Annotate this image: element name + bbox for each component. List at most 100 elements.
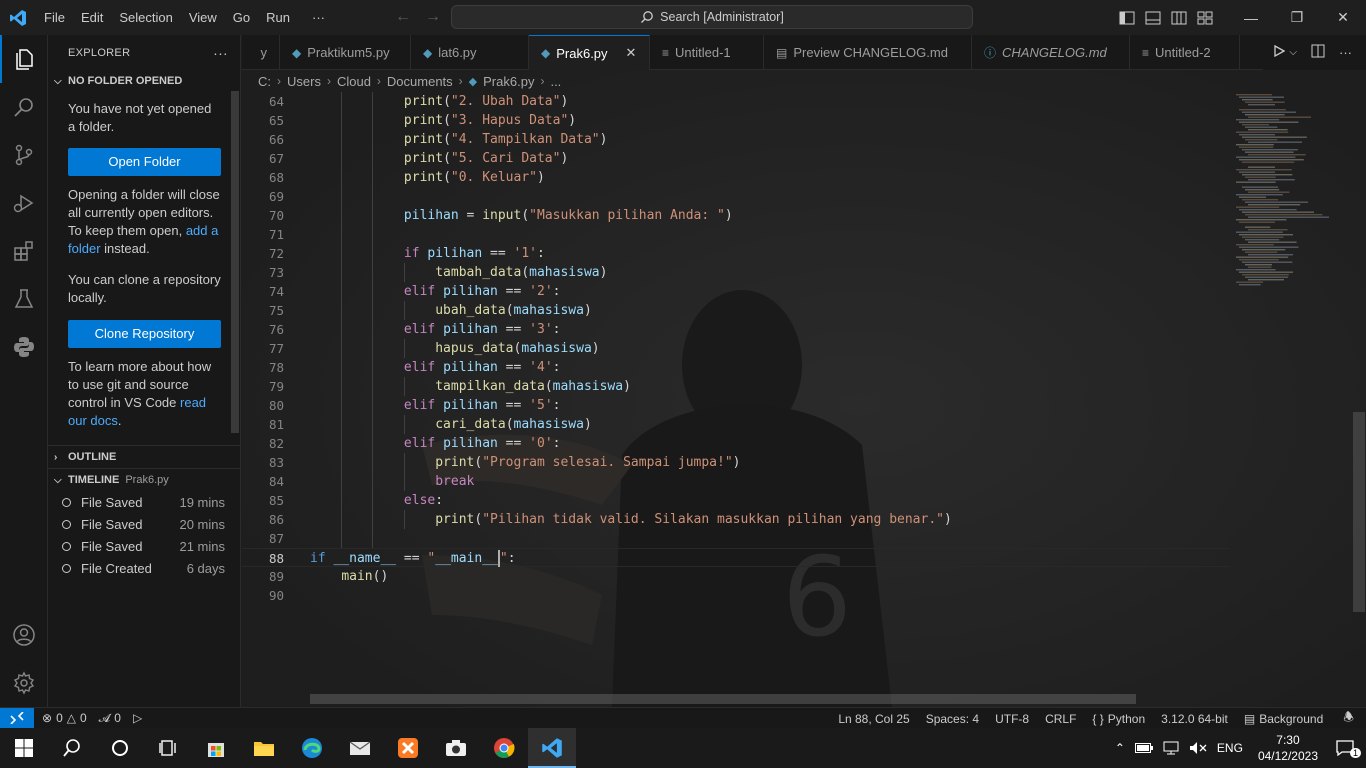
timeline-section-header[interactable]: ⌵ TIMELINE Prak6.py bbox=[48, 469, 241, 491]
task-view-icon[interactable] bbox=[144, 728, 192, 768]
tab-praktikum5[interactable]: ◆ Praktikum5.py bbox=[280, 35, 411, 70]
code-line[interactable]: 78 elif pilihan == '4': bbox=[242, 358, 1230, 377]
notifications-bell-icon[interactable]: 🕭 bbox=[1337, 708, 1366, 729]
chevron-down-icon[interactable]: ⌵ bbox=[1289, 47, 1297, 58]
breadcrumb-item[interactable]: Users bbox=[287, 74, 321, 89]
toggle-panel-icon[interactable] bbox=[1140, 0, 1166, 35]
tab-lat6[interactable]: ◆ lat6.py bbox=[411, 35, 529, 70]
testing-icon[interactable] bbox=[0, 275, 48, 323]
breadcrumb-item[interactable]: ... bbox=[550, 74, 561, 89]
search-icon[interactable] bbox=[0, 83, 48, 131]
run-debug-icon[interactable] bbox=[0, 179, 48, 227]
editor-horizontal-scrollbar[interactable] bbox=[310, 694, 1136, 704]
line-ending[interactable]: CRLF bbox=[1039, 712, 1086, 726]
code-line[interactable]: 85 else: bbox=[242, 491, 1230, 510]
timeline-item[interactable]: File Saved 19 mins bbox=[48, 491, 241, 513]
cursor-position[interactable]: Ln 88, Col 25 bbox=[832, 712, 919, 726]
code-line[interactable]: 75 ubah_data(mahasiswa) bbox=[242, 301, 1230, 320]
code-line[interactable]: 68 print("0. Keluar") bbox=[242, 168, 1230, 187]
code-line[interactable]: 70 pilihan = input("Masukkan pilihan And… bbox=[242, 206, 1230, 225]
breadcrumb-item[interactable]: Cloud bbox=[337, 74, 371, 89]
chrome-icon[interactable] bbox=[480, 728, 528, 768]
breadcrumb-item[interactable]: Prak6.py bbox=[483, 74, 534, 89]
tab-untitled-2[interactable]: ≡ Untitled-2 bbox=[1130, 35, 1240, 70]
breadcrumb-item[interactable]: Documents bbox=[387, 74, 453, 89]
customize-layout-icon[interactable] bbox=[1192, 0, 1218, 35]
problems-indicator[interactable]: ⊗ 0 △ 0 bbox=[34, 711, 93, 725]
menu-file[interactable]: File bbox=[36, 0, 73, 35]
tab-changelog[interactable]: ⓘ CHANGELOG.md bbox=[972, 35, 1130, 70]
code-line[interactable]: 73 tambah_data(mahasiswa) bbox=[242, 263, 1230, 282]
vscode-taskbar-icon[interactable] bbox=[528, 728, 576, 768]
back-arrow-icon[interactable]: ← bbox=[395, 8, 411, 26]
close-icon[interactable]: ✕ bbox=[626, 45, 637, 61]
indentation[interactable]: Spaces: 4 bbox=[920, 712, 989, 726]
explorer-icon[interactable] bbox=[0, 35, 48, 83]
notification-center-icon[interactable]: 1 bbox=[1328, 740, 1366, 758]
no-folder-section-header[interactable]: ⌵ NO FOLDER OPENED bbox=[48, 70, 240, 92]
toggle-primary-sidebar-icon[interactable] bbox=[1114, 0, 1140, 35]
code-line[interactable]: 72 if pilihan == '1': bbox=[242, 244, 1230, 263]
menu-go[interactable]: Go bbox=[225, 0, 258, 35]
code-line[interactable]: 79 tampilkan_data(mahasiswa) bbox=[242, 377, 1230, 396]
remote-indicator-icon[interactable] bbox=[0, 707, 34, 729]
code-line[interactable]: 74 elif pilihan == '2': bbox=[242, 282, 1230, 301]
split-editor-icon[interactable] bbox=[1311, 44, 1325, 61]
code-line[interactable]: 81 cari_data(mahasiswa) bbox=[242, 415, 1230, 434]
code-line[interactable]: 82 elif pilihan == '0': bbox=[242, 434, 1230, 453]
tab-preview-changelog[interactable]: ▤ Preview CHANGELOG.md bbox=[764, 35, 972, 70]
file-explorer-icon[interactable] bbox=[240, 728, 288, 768]
xampp-icon[interactable] bbox=[384, 728, 432, 768]
code-line[interactable]: 77 hapus_data(mahasiswa) bbox=[242, 339, 1230, 358]
more-actions-icon[interactable]: ··· bbox=[1339, 45, 1352, 60]
code-line[interactable]: 67 print("5. Cari Data") bbox=[242, 149, 1230, 168]
code-line[interactable]: 90 bbox=[242, 586, 1230, 605]
toggle-secondary-sidebar-icon[interactable] bbox=[1166, 0, 1192, 35]
code-line[interactable]: 64 print("2. Ubah Data") bbox=[242, 92, 1230, 111]
code-line[interactable]: 83 print("Program selesai. Sampai jumpa!… bbox=[242, 453, 1230, 472]
code-line[interactable]: 80 elif pilihan == '5': bbox=[242, 396, 1230, 415]
background-extension[interactable]: ▤ Background bbox=[1238, 712, 1337, 726]
code-line[interactable]: 87 bbox=[242, 529, 1230, 548]
network-icon[interactable] bbox=[1158, 741, 1184, 755]
command-center-search[interactable]: Search [Administrator] bbox=[451, 5, 973, 29]
menu-run[interactable]: Run bbox=[258, 0, 298, 35]
menu-selection[interactable]: Selection bbox=[111, 0, 180, 35]
menu-view[interactable]: View bbox=[181, 0, 225, 35]
extensions-icon[interactable] bbox=[0, 227, 48, 275]
restore-icon[interactable]: ❐ bbox=[1274, 0, 1320, 35]
tab-partial[interactable]: y bbox=[242, 35, 280, 70]
explorer-more-button[interactable]: ··· bbox=[213, 45, 228, 61]
timeline-item[interactable]: File Saved 20 mins bbox=[48, 513, 241, 535]
python-interpreter[interactable]: 3.12.0 64-bit bbox=[1155, 712, 1238, 726]
debug-indicator-icon[interactable]: ▷ bbox=[127, 711, 148, 725]
ports-indicator[interactable]: 𝓐0 bbox=[93, 711, 127, 726]
timeline-item[interactable]: File Created 6 days bbox=[48, 557, 241, 579]
store-icon[interactable] bbox=[192, 728, 240, 768]
forward-arrow-icon[interactable]: → bbox=[425, 8, 441, 26]
search-icon[interactable] bbox=[48, 728, 96, 768]
code-line[interactable]: 84 break bbox=[242, 472, 1230, 491]
volume-muted-icon[interactable] bbox=[1184, 741, 1212, 755]
tab-untitled-1[interactable]: ≡ Untitled-1 bbox=[650, 35, 764, 70]
code-line[interactable]: 89 main() bbox=[242, 567, 1230, 586]
clock[interactable]: 7:30 04/12/2023 bbox=[1248, 732, 1328, 764]
code-line[interactable]: 76 elif pilihan == '3': bbox=[242, 320, 1230, 339]
close-icon[interactable]: ✕ bbox=[1320, 0, 1366, 35]
outline-section-header[interactable]: › OUTLINE bbox=[48, 446, 241, 468]
code-line[interactable]: 88 if __name__ == "__main__ ": bbox=[242, 548, 1230, 567]
tab-prak6[interactable]: ◆ Prak6.py ✕ bbox=[529, 35, 650, 70]
code-line[interactable]: 71 bbox=[242, 225, 1230, 244]
run-python-icon[interactable] bbox=[1273, 44, 1286, 60]
input-language[interactable]: ENG bbox=[1212, 741, 1248, 755]
windows-start-icon[interactable] bbox=[0, 728, 48, 768]
minimap[interactable] bbox=[1232, 92, 1352, 707]
edge-icon[interactable] bbox=[288, 728, 336, 768]
battery-icon[interactable] bbox=[1130, 743, 1158, 753]
mail-icon[interactable] bbox=[336, 728, 384, 768]
code-line[interactable]: 86 print("Pilihan tidak valid. Silakan m… bbox=[242, 510, 1230, 529]
code-line[interactable]: 65 print("3. Hapus Data") bbox=[242, 111, 1230, 130]
minimize-icon[interactable]: — bbox=[1228, 0, 1274, 35]
menu-more[interactable]: ··· bbox=[298, 0, 333, 35]
code-editor[interactable]: 64 print("2. Ubah Data") 65 print("3. Hap… bbox=[242, 92, 1230, 605]
